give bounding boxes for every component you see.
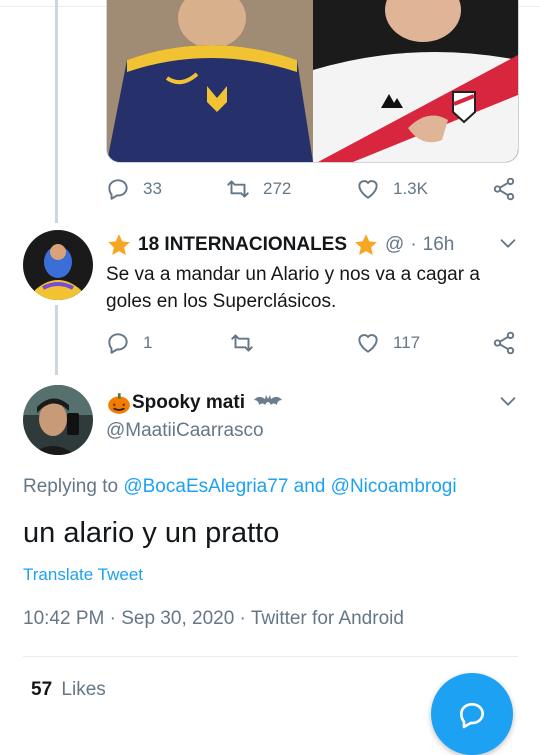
chevron-down-icon[interactable] (497, 232, 519, 254)
likes-label: Likes (61, 679, 106, 700)
replying-user-2[interactable]: @Nicoambrogi (331, 476, 457, 497)
tweet2-handle[interactable]: @ (385, 234, 404, 256)
bat-icon (253, 395, 282, 405)
reply-action-2[interactable]: 1 (105, 330, 152, 356)
like-action-2[interactable]: 117 (355, 330, 420, 356)
like-icon (358, 180, 378, 199)
tweet2-header: 18 INTERNACIONALES @ · 16h (106, 232, 454, 258)
replying-user-1[interactable]: @BocaEsAlegria77 (123, 476, 288, 497)
like-count-2: 117 (393, 333, 421, 352)
share-icon (493, 331, 515, 355)
compose-icon (460, 703, 484, 729)
avatar-18-internacionales[interactable] (23, 230, 93, 300)
main-handle[interactable]: @MaatiiCaarrasco (106, 420, 264, 442)
retweet-icon (231, 334, 253, 352)
avatar-spooky-mati[interactable] (23, 385, 93, 455)
share-icon (493, 177, 515, 201)
likes-stat[interactable]: 57 Likes (31, 679, 106, 701)
reply-icon (108, 333, 128, 354)
tweet2-text: Se va a mandar un Alario y nos va a caga… (106, 264, 480, 312)
retweet-icon (227, 180, 249, 198)
replying-to: Replying to @BocaEsAlegria77 and @Nicoam… (23, 476, 457, 498)
star-icon (355, 234, 377, 255)
tweet2-time: 16h (422, 234, 455, 255)
media-photo-left (107, 0, 313, 162)
retweet-count-1: 272 (263, 179, 292, 198)
reply-action-1[interactable]: 33 (105, 176, 162, 202)
replying-prefix: Replying to (23, 476, 119, 497)
retweet-action-1[interactable]: 272 (225, 176, 291, 202)
retweet-action-2[interactable] (229, 330, 255, 356)
chevron-down-icon[interactable] (497, 390, 519, 412)
tweet-source[interactable]: Twitter for Android (251, 608, 404, 629)
main-tweet-meta: 10:42 PM · Sep 30, 2020 · Twitter for An… (23, 608, 404, 630)
main-tweet-date: Sep 30, 2020 (121, 608, 235, 629)
like-count-1: 1.3K (393, 179, 428, 198)
main-tweet-time: 10:42 PM (23, 608, 105, 629)
main-tweet-text: un alario y un pratto (23, 517, 280, 549)
thread-line-top (55, 0, 58, 223)
like-icon (358, 334, 378, 353)
reply-count-1: 33 (143, 179, 162, 198)
tweet2-display-name[interactable]: 18 INTERNACIONALES (138, 234, 347, 256)
tweet2-separator: · (410, 234, 417, 255)
like-action-1[interactable]: 1.3K (355, 176, 428, 202)
share-action-1[interactable] (491, 176, 517, 202)
pumpkin-icon (108, 393, 130, 414)
main-display-name[interactable]: Spooky mati (132, 392, 245, 414)
translate-tweet-link[interactable]: Translate Tweet (23, 565, 143, 585)
share-action-2[interactable] (491, 330, 517, 356)
meta-dot-2: · (239, 608, 246, 629)
star-icon (108, 234, 130, 255)
likes-count: 57 (31, 679, 53, 700)
media-photo-right (313, 0, 518, 162)
compose-reply-button[interactable] (431, 673, 513, 755)
meta-divider (23, 656, 518, 657)
thread-line-middle (55, 305, 58, 375)
reply-count-2: 1 (143, 333, 153, 352)
replying-and: and (293, 476, 326, 497)
meta-dot-1: · (109, 608, 116, 629)
tweet-media[interactable] (106, 0, 519, 163)
main-tweet-header: Spooky mati (106, 390, 283, 416)
reply-icon (108, 179, 128, 200)
